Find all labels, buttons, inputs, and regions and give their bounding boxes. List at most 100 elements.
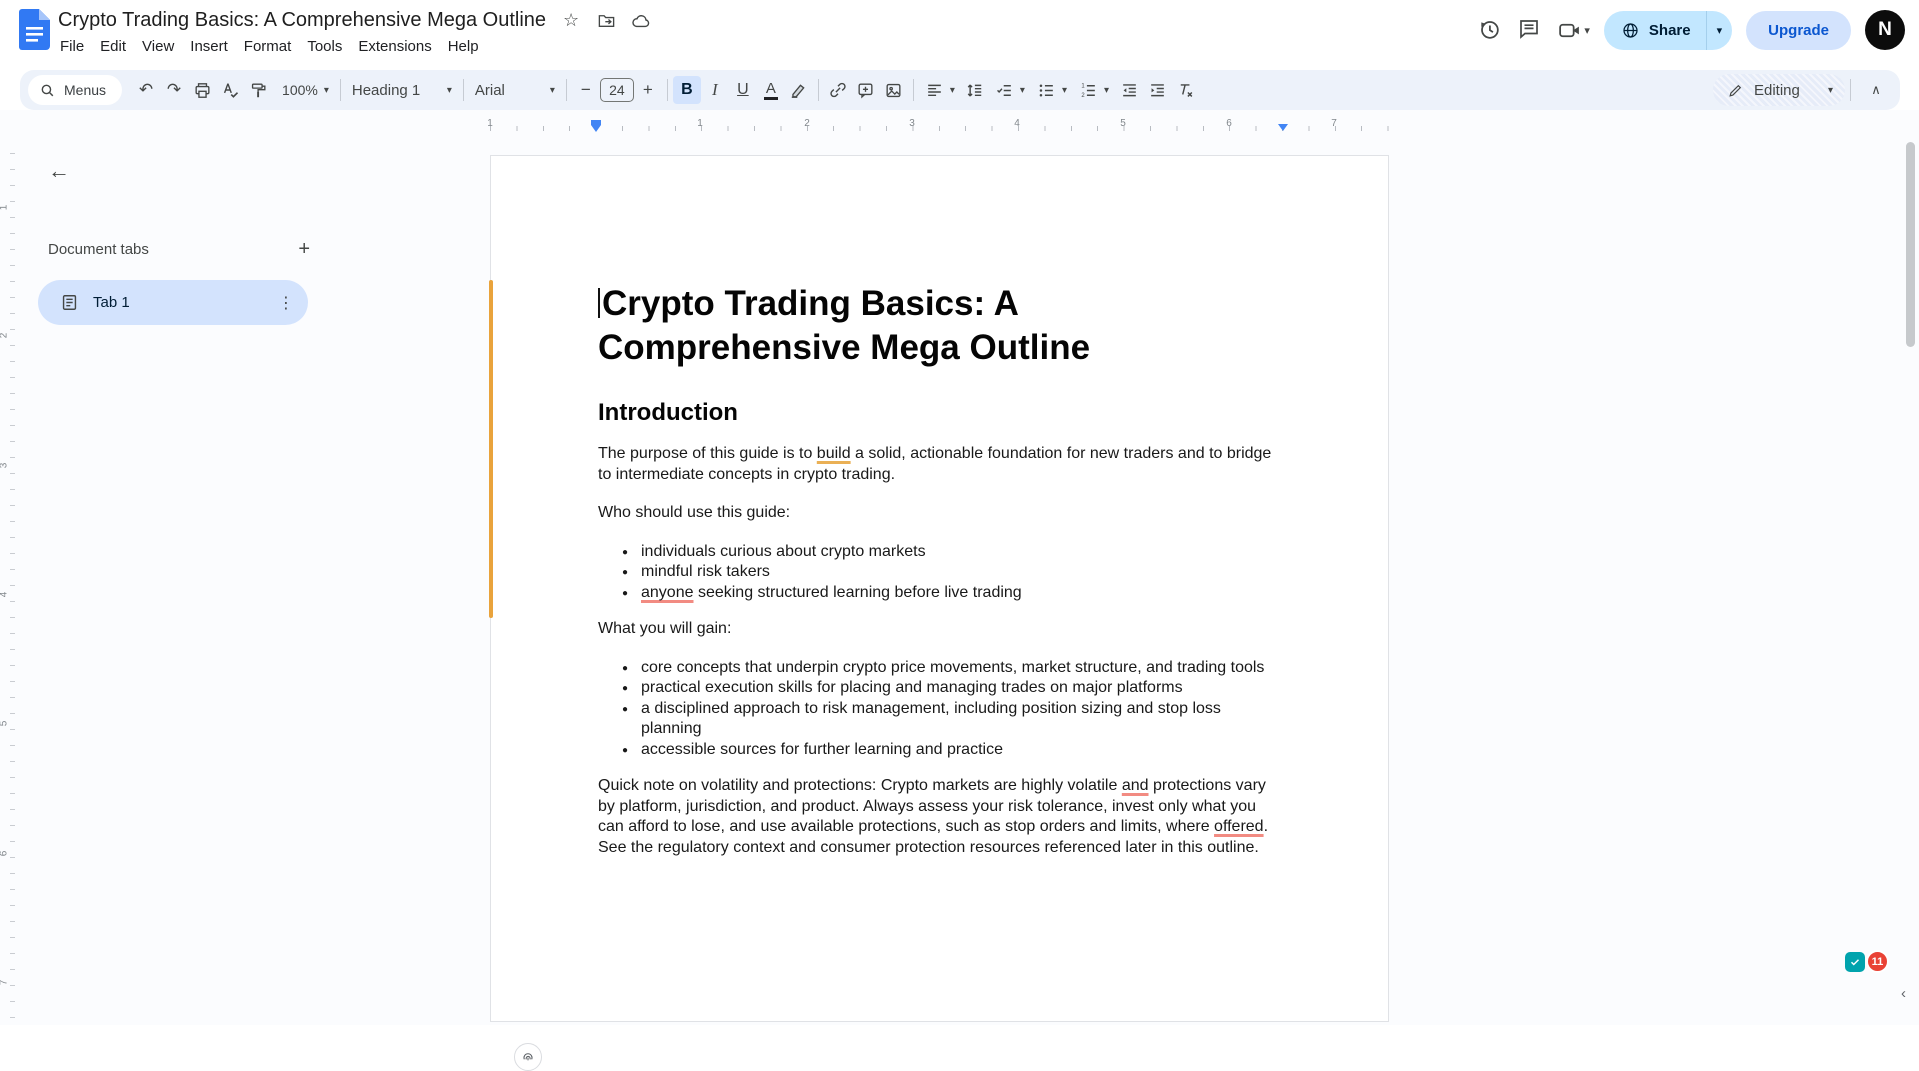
bulleted-list-button[interactable]: ▾ [1031, 76, 1073, 104]
google-docs-logo-icon[interactable] [19, 9, 50, 50]
avatar[interactable]: N [1865, 10, 1905, 50]
menu-view[interactable]: View [134, 36, 182, 57]
tab-overflow-menu-icon[interactable]: ⋮ [278, 293, 294, 313]
share-options-caret[interactable]: ▾ [1707, 11, 1733, 50]
zoom-select[interactable]: 100% ▾ [276, 76, 335, 104]
separator [339, 79, 341, 101]
star-icon[interactable]: ☆ [561, 10, 581, 31]
hide-menus-button[interactable]: ∧ [1862, 76, 1890, 104]
menu-insert[interactable]: Insert [182, 36, 236, 57]
ruler-number: 4 [1014, 118, 1020, 129]
suggestion-bar[interactable] [489, 280, 493, 618]
redo-button[interactable]: ↷ [160, 76, 188, 104]
doc-heading-title[interactable]: Crypto Trading Basics: A Comprehensive M… [598, 282, 1284, 370]
document-title[interactable]: Crypto Trading Basics: A Comprehensive M… [58, 9, 546, 32]
insert-image-button[interactable] [880, 76, 908, 104]
join-call-button[interactable]: ▾ [1557, 18, 1590, 43]
list-item[interactable]: mindful risk takers [598, 562, 1284, 583]
vertical-ruler: 1 2 3 4 5 6 7 [0, 138, 16, 1025]
share-button[interactable]: Share ▾ [1603, 10, 1733, 50]
numbered-list-button[interactable]: 1 2 ▾ [1073, 76, 1115, 104]
bold-button[interactable]: B [672, 76, 701, 104]
print-button[interactable] [188, 76, 216, 104]
caret-down-icon[interactable]: ▾ [1584, 24, 1590, 37]
menu-file[interactable]: File [52, 36, 92, 57]
cloud-saved-icon[interactable] [631, 11, 651, 31]
list-item[interactable]: a disciplined approach to risk managemen… [598, 699, 1284, 740]
text-run: seeking structured learning before live … [693, 583, 1022, 601]
mode-label: Editing [1753, 81, 1800, 99]
ruler-number: 4 [0, 592, 9, 598]
text-color-button[interactable]: A [757, 76, 785, 104]
side-panel-collapse-icon[interactable]: ‹ [1901, 985, 1906, 1002]
right-indent-marker[interactable] [1278, 124, 1288, 131]
ruler-number: 7 [0, 980, 9, 986]
highlight-color-button[interactable] [785, 76, 813, 104]
document-page[interactable]: Crypto Trading Basics: A Comprehensive M… [489, 155, 1389, 1071]
doc-heading-section[interactable]: Introduction [598, 398, 1284, 428]
menu-extensions[interactable]: Extensions [350, 36, 439, 57]
ruler-ticks [490, 126, 1389, 131]
add-comment-button[interactable] [852, 76, 880, 104]
spellcheck-button[interactable] [216, 76, 244, 104]
increase-font-size-button[interactable]: + [634, 76, 662, 104]
doc-paragraph[interactable]: The purpose of this guide is to build a … [598, 444, 1284, 485]
list-item[interactable]: practical execution skills for placing a… [598, 678, 1284, 699]
doc-paragraph[interactable]: Quick note on volatility and protections… [598, 776, 1284, 858]
separator [565, 79, 567, 101]
paint-format-icon[interactable] [244, 76, 272, 104]
italic-button[interactable]: I [701, 76, 729, 104]
caret-down-icon: ▾ [323, 84, 329, 96]
add-tab-button[interactable]: + [298, 238, 310, 261]
svg-text:1: 1 [1081, 83, 1084, 89]
version-history-icon[interactable] [1477, 17, 1503, 43]
font-size-input[interactable]: 24 [599, 78, 634, 102]
tab-item-tab1[interactable]: Tab 1 ⋮ [38, 280, 308, 325]
underline-button[interactable]: U [729, 76, 757, 104]
ruler-number: 1 [487, 118, 493, 129]
top-bar: Crypto Trading Basics: A Comprehensive M… [0, 0, 1919, 70]
align-button[interactable]: ▾ [919, 76, 961, 104]
doc-paragraph[interactable]: Who should use this guide: [598, 503, 1284, 524]
extension-badge-icon[interactable] [1845, 952, 1865, 972]
bullet-list[interactable]: core concepts that underpin crypto price… [598, 658, 1284, 760]
menu-format[interactable]: Format [236, 36, 300, 57]
vertical-scrollbar-thumb[interactable] [1906, 142, 1915, 347]
back-arrow-icon[interactable]: ← [48, 158, 70, 184]
document-body[interactable]: Crypto Trading Basics: A Comprehensive M… [598, 282, 1284, 876]
decrease-indent-button[interactable] [1115, 76, 1143, 104]
increase-indent-button[interactable] [1143, 76, 1171, 104]
doc-paragraph[interactable]: What you will gain: [598, 619, 1284, 640]
text-run: individuals curious about crypto markets [641, 542, 926, 560]
comments-icon[interactable] [1517, 17, 1543, 43]
decrease-font-size-button[interactable]: − [572, 76, 600, 104]
undo-button[interactable]: ↶ [132, 76, 160, 104]
insert-link-button[interactable] [824, 76, 852, 104]
ruler-number: 6 [0, 851, 9, 857]
menu-tools[interactable]: Tools [299, 36, 350, 57]
list-item[interactable]: accessible sources for further learning … [598, 740, 1284, 760]
bullet-list[interactable]: individuals curious about crypto markets… [598, 542, 1284, 603]
checklist-button[interactable]: ▾ [989, 76, 1031, 104]
font-select[interactable]: Arial ▾ [469, 76, 561, 104]
menu-help[interactable]: Help [440, 36, 487, 57]
horizontal-ruler[interactable]: 1 1 2 3 4 5 6 7 [0, 112, 1919, 138]
upgrade-button[interactable]: Upgrade [1746, 10, 1851, 50]
list-item[interactable]: core concepts that underpin crypto price… [598, 658, 1284, 678]
share-label: Share [1648, 21, 1691, 39]
menus-search-button[interactable]: Menus [28, 75, 123, 105]
fingerprint-icon[interactable] [514, 1043, 542, 1071]
separator [666, 79, 668, 101]
list-item[interactable]: individuals curious about crypto markets [598, 542, 1284, 562]
mode-select[interactable]: Editing ▾ [1712, 74, 1845, 106]
list-item[interactable]: anyone seeking structured learning befor… [598, 583, 1284, 603]
separator [1850, 79, 1851, 101]
notification-count-badge[interactable]: 11 [1866, 950, 1889, 973]
clear-formatting-button[interactable] [1171, 76, 1199, 104]
paragraph-style-select[interactable]: Heading 1 ▾ [346, 76, 458, 104]
move-to-folder-icon[interactable] [596, 11, 616, 31]
line-spacing-button[interactable] [961, 76, 989, 104]
caret-down-icon: ▾ [1019, 84, 1025, 96]
left-indent-marker[interactable] [591, 120, 601, 132]
menu-edit[interactable]: Edit [92, 36, 134, 57]
